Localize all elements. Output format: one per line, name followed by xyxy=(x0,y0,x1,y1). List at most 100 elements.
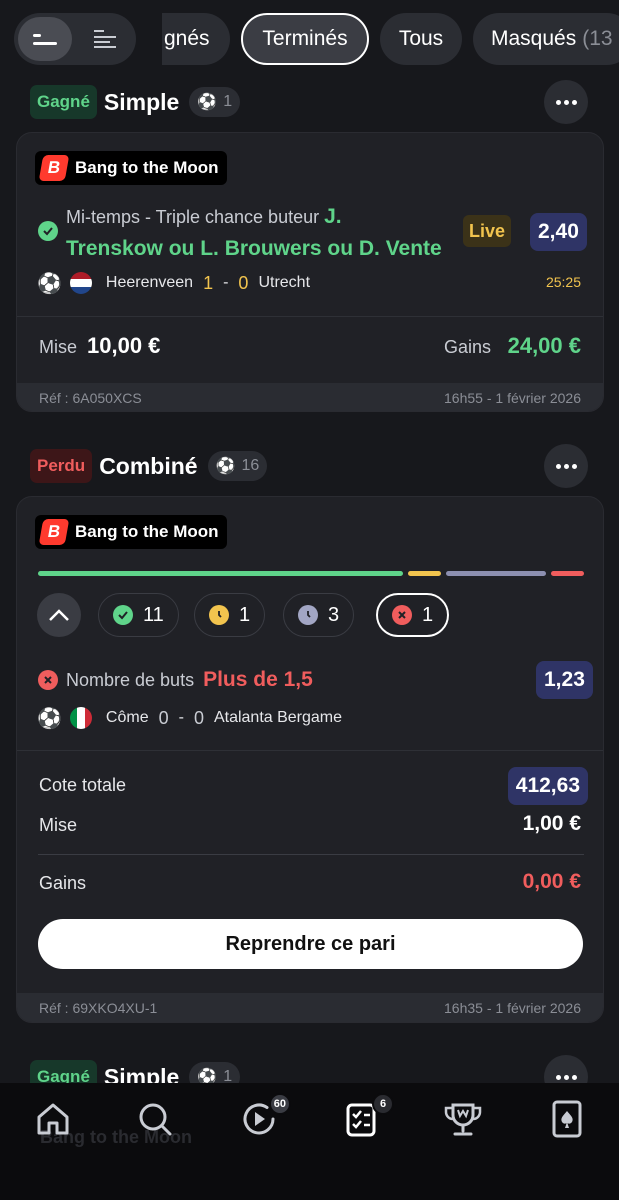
search-icon xyxy=(139,1103,172,1136)
nav-my-bets[interactable]: 6 xyxy=(338,1093,394,1143)
lost-count-filter[interactable]: 1 xyxy=(376,593,450,637)
promo-label: Bang to the Moon xyxy=(75,158,219,177)
football-icon: ⚽ xyxy=(197,94,218,111)
away-score: 0 xyxy=(193,707,204,728)
tab-masques-count: (13 xyxy=(582,27,613,50)
market-label: Mi-temps - Triple chance buteur xyxy=(66,207,320,227)
bet-type: Combiné xyxy=(99,452,198,479)
bet-card[interactable]: B Bang to the Moon 11 1 3 1 Nombre de bu… xyxy=(16,496,604,1023)
tab-tous[interactable]: Tous xyxy=(380,13,462,65)
selection-pick-cont: Trenskow ou L. Brouwers ou D. Vente xyxy=(66,237,442,260)
progress-upcoming-segment xyxy=(446,571,546,576)
filter-bar: gnés Terminés Tous Masqués (13 xyxy=(0,0,619,80)
check-icon xyxy=(113,605,133,625)
away-team: Atalanta Bergame xyxy=(213,709,343,726)
total-odds-label: Cote totale xyxy=(39,775,127,795)
football-icon: ⚽ xyxy=(37,272,62,295)
tab-gagnes[interactable]: gnés xyxy=(162,13,230,65)
match-info: ⚽ Heerenveen 1 - 0 Utrecht xyxy=(37,270,310,296)
check-icon xyxy=(38,221,58,241)
sport-count: 16 xyxy=(241,457,260,474)
football-icon: ⚽ xyxy=(215,458,236,475)
progress-pending-segment xyxy=(408,571,442,576)
home-score: 1 xyxy=(203,272,214,293)
tab-masques-label: Masqués xyxy=(491,27,577,50)
collapse-button[interactable] xyxy=(37,593,81,637)
match-info: ⚽ Côme 0 - 0 Atalanta Bergame xyxy=(37,705,342,731)
total-odds-badge: 412,63 xyxy=(507,767,588,805)
gains-value: 0,00 € xyxy=(522,870,581,893)
detailed-list-icon xyxy=(94,30,116,48)
compact-list-icon xyxy=(33,34,57,45)
divider xyxy=(17,750,603,751)
upcoming-count: 3 xyxy=(328,603,340,626)
stake-label: Mise xyxy=(39,337,78,357)
nav-home[interactable] xyxy=(29,1095,77,1143)
status-badge: Perdu xyxy=(30,449,93,483)
replay-bet-button[interactable]: Reprendre ce pari xyxy=(38,919,583,969)
progress-won-segment xyxy=(38,571,404,576)
nav-rewards[interactable] xyxy=(439,1095,487,1143)
bet-type: Simple xyxy=(103,88,180,115)
away-score: 0 xyxy=(238,272,249,293)
stake-value: 10,00 € xyxy=(87,333,161,358)
gains-label: Gains xyxy=(39,873,87,893)
won-count-filter[interactable]: 11 xyxy=(98,593,179,637)
pending-count-filter[interactable]: 1 xyxy=(194,593,266,637)
home-score: 0 xyxy=(158,707,169,728)
live-count-badge: 60 xyxy=(268,1093,291,1115)
view-toggle xyxy=(14,13,136,65)
match-time: 25:25 xyxy=(545,274,581,290)
football-icon: ⚽ xyxy=(37,707,62,730)
sport-count-chip: ⚽ 1 xyxy=(189,87,241,117)
italy-flag-icon xyxy=(69,707,92,729)
promo-tag: B Bang to the Moon xyxy=(35,515,227,549)
more-options-button[interactable] xyxy=(544,80,588,124)
bet-footer: Réf : 69XKO4XU-1 16h35 - 1 février 2026 xyxy=(17,993,603,1022)
bet-date: 16h55 - 1 février 2026 xyxy=(444,390,581,406)
lost-count: 1 xyxy=(422,603,434,626)
more-options-button[interactable] xyxy=(544,444,588,488)
progress-lost-segment xyxy=(550,571,584,576)
score-separator: - xyxy=(223,274,229,291)
nav-search[interactable] xyxy=(131,1095,179,1143)
pending-count: 1 xyxy=(239,603,251,626)
bet-header: Gagné Simple ⚽ 1 xyxy=(30,82,241,122)
bet-reference: Réf : 6A050XCS xyxy=(39,390,142,406)
odds-badge: 2,40 xyxy=(530,213,587,251)
home-team: Côme xyxy=(105,709,149,726)
cross-icon xyxy=(392,605,412,625)
home-team: Heerenveen xyxy=(105,274,194,291)
tab-termines[interactable]: Terminés xyxy=(241,13,369,65)
boost-logo-icon: B xyxy=(38,519,70,545)
divider xyxy=(38,854,584,855)
bet-header: Perdu Combiné ⚽ 16 xyxy=(30,446,268,486)
bet-reference: Réf : 69XKO4XU-1 xyxy=(39,1000,158,1016)
score-separator: - xyxy=(178,709,184,726)
tab-masques[interactable]: Masqués (13 xyxy=(473,13,619,65)
netherlands-flag-icon xyxy=(69,272,92,294)
sport-count-chip: ⚽ 16 xyxy=(207,451,268,481)
market-label: Nombre de buts xyxy=(66,670,195,690)
away-team: Utrecht xyxy=(258,274,311,291)
status-badge: Gagné xyxy=(30,85,97,119)
stake-value: 1,00 € xyxy=(522,812,581,835)
selection-text: Mi-temps - Triple chance buteur J. Trens… xyxy=(66,201,466,265)
bets-count-badge: 6 xyxy=(372,1093,394,1115)
home-icon xyxy=(37,1103,69,1135)
compact-view-button[interactable] xyxy=(18,17,72,61)
chevron-up-icon xyxy=(49,609,69,621)
nav-casino[interactable] xyxy=(543,1095,591,1143)
bottom-navigation: Bang to the Moon 60 6 xyxy=(0,1083,619,1200)
boost-logo-icon: B xyxy=(38,155,70,181)
bet-card[interactable]: B Bang to the Moon Mi-temps - Triple cha… xyxy=(16,132,604,412)
upcoming-count-filter[interactable]: 3 xyxy=(283,593,355,637)
clock-icon xyxy=(298,605,318,625)
live-badge: Live xyxy=(463,215,512,247)
bet-footer: Réf : 6A050XCS 16h55 - 1 février 2026 xyxy=(17,383,603,411)
detailed-view-button[interactable] xyxy=(78,17,132,61)
sport-count: 1 xyxy=(223,93,233,110)
nav-live[interactable]: 60 xyxy=(235,1093,291,1143)
stake-label: Mise xyxy=(39,815,78,835)
promo-label: Bang to the Moon xyxy=(75,522,219,541)
